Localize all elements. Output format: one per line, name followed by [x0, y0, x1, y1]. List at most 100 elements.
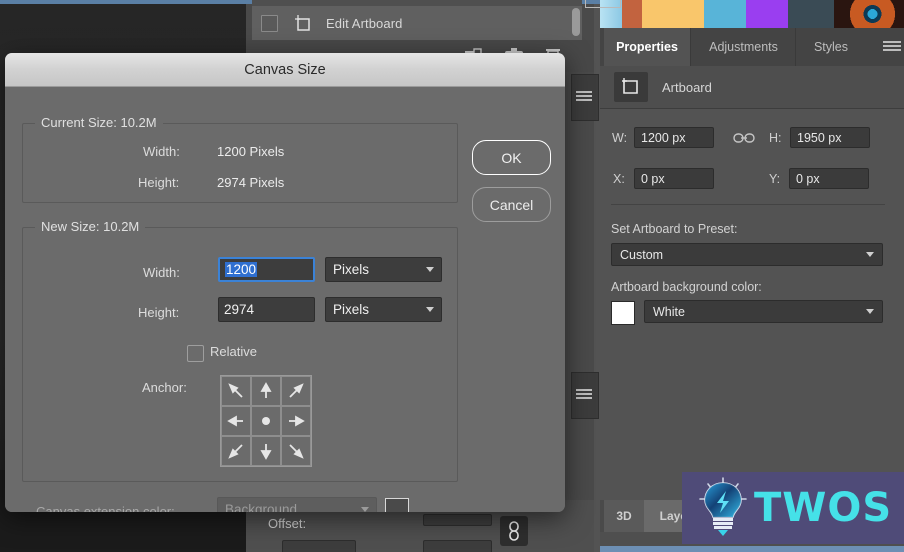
ok-button[interactable]: OK — [472, 140, 551, 175]
properties-header-label: Artboard — [662, 79, 712, 95]
chevron-down-icon — [361, 507, 369, 512]
background-color-select[interactable]: White — [644, 300, 883, 323]
canvas-extension-color-select[interactable]: Background — [217, 497, 377, 512]
layers-scrollbar[interactable] — [572, 8, 580, 36]
layer-name-label: Edit Artboard — [326, 15, 403, 31]
new-size-legend: New Size: 10.2M — [35, 219, 146, 234]
height-label: H: — [769, 131, 782, 145]
current-height-label: Height: — [138, 175, 180, 190]
chain-link-icon[interactable] — [733, 131, 755, 149]
offset-field-top[interactable] — [423, 514, 492, 526]
tab-3d[interactable]: 3D — [604, 500, 644, 532]
new-width-unit-select[interactable]: Pixels — [325, 257, 442, 282]
relative-checkbox[interactable] — [187, 345, 204, 362]
background-color-value: White — [653, 304, 685, 319]
current-size-group — [22, 123, 458, 203]
tab-adjustments[interactable]: Adjustments — [690, 28, 796, 66]
tab-properties-label: Properties — [616, 40, 678, 54]
tab-styles[interactable]: Styles — [795, 28, 866, 66]
thumb-swatch — [642, 0, 704, 28]
new-height-unit-value: Pixels — [333, 302, 370, 317]
offset-x-field[interactable] — [282, 540, 356, 552]
watermark-text: TWOS — [754, 485, 893, 531]
tab-properties[interactable]: Properties — [604, 28, 690, 66]
height-input[interactable]: 1950 px — [790, 127, 870, 148]
chevron-down-icon — [426, 307, 434, 312]
thumb-swatch — [622, 0, 642, 28]
lightbulb-icon — [696, 475, 750, 542]
chevron-down-icon — [866, 309, 874, 314]
x-label: X: — [613, 172, 625, 186]
link-toggle-button[interactable] — [500, 516, 528, 546]
thumb-swatch — [704, 0, 746, 28]
offset-field-bottom[interactable] — [423, 540, 492, 552]
dialog-title-bar[interactable]: Canvas Size — [5, 53, 565, 87]
layer-row-edit-artboard[interactable]: Edit Artboard — [252, 6, 582, 40]
anchor-cell-middle-right[interactable] — [281, 406, 311, 436]
document-thumbnail-strip — [600, 0, 904, 28]
bottom-accent-bar — [600, 546, 904, 552]
watermark: TWOS — [682, 472, 904, 544]
anchor-cell-bottom-center[interactable] — [251, 436, 281, 466]
collapsed-panel-1[interactable] — [571, 74, 599, 121]
tab-styles-label: Styles — [813, 40, 849, 54]
anchor-grid[interactable] — [220, 375, 312, 467]
chevron-down-icon — [866, 252, 874, 257]
tab-3d-label: 3D — [616, 509, 632, 523]
preset-select[interactable]: Custom — [611, 243, 883, 266]
new-height-label: Height: — [138, 305, 180, 320]
panel-icon — [576, 389, 592, 401]
preset-label: Set Artboard to Preset: — [611, 222, 738, 236]
anchor-cell-bottom-right[interactable] — [281, 436, 311, 466]
current-width-label: Width: — [143, 144, 180, 159]
x-input[interactable]: 0 px — [634, 168, 714, 189]
panel-icon — [576, 91, 592, 103]
thumb-swatch — [788, 0, 834, 28]
relative-label: Relative — [210, 344, 257, 359]
preset-value: Custom — [620, 247, 664, 262]
background-color-swatch[interactable] — [611, 301, 635, 325]
width-label: W: — [612, 131, 628, 145]
new-height-value: 2974 — [224, 302, 255, 317]
tab-adjustments-label: Adjustments — [709, 40, 778, 54]
cancel-button[interactable]: Cancel — [472, 187, 551, 222]
anchor-cell-top-right[interactable] — [281, 376, 311, 406]
new-width-unit-value: Pixels — [333, 262, 370, 277]
canvas-extension-color-value: Background — [225, 502, 298, 512]
cancel-button-label: Cancel — [489, 196, 534, 213]
artboard-icon — [614, 72, 648, 102]
new-height-input[interactable]: 2974 — [218, 297, 315, 322]
collapsed-panel-2[interactable] — [571, 372, 599, 419]
artboard-icon — [292, 12, 314, 34]
current-height-value: 2974 Pixels — [217, 175, 285, 190]
canvas-extension-color-swatch[interactable] — [385, 498, 409, 512]
hamburger-menu-icon[interactable] — [883, 41, 901, 53]
anchor-cell-center[interactable] — [251, 406, 281, 436]
anchor-cell-bottom-left[interactable] — [221, 436, 251, 466]
layer-visibility-checkbox[interactable] — [261, 14, 278, 32]
background-color-label: Artboard background color: — [611, 280, 762, 294]
chevron-down-icon — [426, 267, 434, 272]
anchor-cell-middle-left[interactable] — [221, 406, 251, 436]
dialog-title: Canvas Size — [244, 61, 326, 78]
y-label: Y: — [769, 172, 781, 186]
new-height-unit-select[interactable]: Pixels — [325, 297, 442, 322]
dialog-body: Current Size: 10.2M Width: 1200 Pixels H… — [5, 87, 565, 512]
partial-thumbnail — [585, 0, 621, 8]
canvas-extension-color-label: Canvas extension color: — [36, 504, 175, 512]
ok-button-label: OK — [501, 149, 522, 166]
screen-root: Properties Adjustments Styles Artboard W… — [0, 0, 904, 552]
new-width-input[interactable]: 1200 — [218, 257, 315, 282]
new-width-value: 1200 — [225, 262, 258, 277]
anchor-cell-top-left[interactable] — [221, 376, 251, 406]
new-width-label: Width: — [143, 265, 180, 280]
current-size-legend: Current Size: 10.2M — [35, 115, 163, 130]
offset-label: Offset: — [268, 516, 307, 531]
anchor-cell-top-center[interactable] — [251, 376, 281, 406]
y-input[interactable]: 0 px — [789, 168, 869, 189]
width-input[interactable]: 1200 px — [634, 127, 714, 148]
thumb-image-eye — [834, 0, 904, 28]
anchor-label: Anchor: — [142, 380, 187, 395]
canvas-size-dialog: Canvas Size Current Size: 10.2M Width: 1… — [5, 53, 565, 512]
current-width-value: 1200 Pixels — [217, 144, 285, 159]
